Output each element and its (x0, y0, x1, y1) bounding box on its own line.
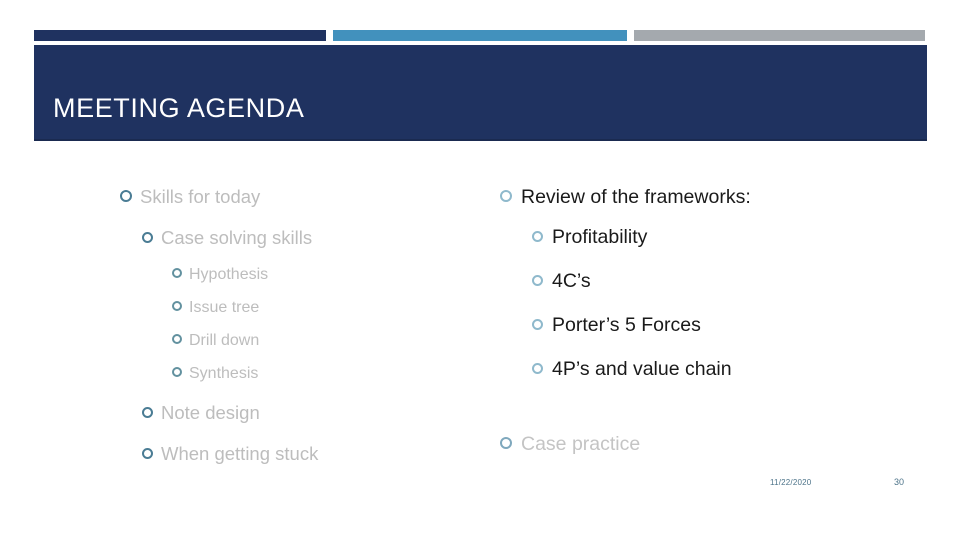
agenda-item: Porter’s 5 Forces (532, 314, 930, 337)
agenda-item-label: 4P’s and value chain (552, 358, 732, 380)
agenda-item-label: Synthesis (189, 365, 259, 382)
agenda-item: 4P’s and value chain (532, 358, 930, 381)
bullet-circle-icon (500, 190, 512, 202)
agenda-item-label: Hypothesis (189, 266, 269, 283)
agenda-item-label: Drill down (189, 332, 260, 349)
accent-bar-navy (34, 30, 326, 41)
agenda-item: Case practice (500, 433, 930, 456)
footer-page-number: 30 (894, 477, 905, 487)
accent-bar-gray (634, 30, 925, 41)
agenda-item: Profitability (532, 226, 930, 249)
bullet-circle-icon (532, 319, 543, 330)
bullet-circle-icon (120, 190, 132, 202)
agenda-item-label: Porter’s 5 Forces (552, 314, 701, 336)
bullet-circle-icon (172, 334, 182, 344)
agenda-item-label: Case practice (521, 433, 641, 455)
bullet-circle-icon (142, 448, 153, 459)
agenda-item: When getting stuck (142, 443, 480, 465)
title-banner: MEETING AGENDA (34, 45, 927, 141)
agenda-item: Issue tree (172, 299, 480, 317)
bullet-circle-icon (142, 407, 153, 418)
agenda-item: Hypothesis (172, 266, 480, 284)
bullet-circle-icon (500, 437, 512, 449)
agenda-item-label: Note design (161, 402, 260, 423)
agenda-item: Note design (142, 402, 480, 424)
agenda-column-right: Review of the frameworks: Profitability 4C… (500, 186, 930, 456)
agenda-item: Review of the frameworks: (500, 186, 930, 209)
agenda-item-label: Review of the frameworks: (521, 186, 751, 208)
agenda-item: Case solving skills (142, 227, 480, 249)
agenda-item: Skills for today (120, 186, 480, 208)
bullet-circle-icon (532, 275, 543, 286)
agenda-item-label: Profitability (552, 226, 648, 248)
agenda-item-label: When getting stuck (161, 443, 319, 464)
agenda-item-label: Case solving skills (161, 227, 313, 248)
agenda-item: 4C’s (532, 270, 930, 293)
agenda-item-label: 4C’s (552, 270, 591, 292)
bullet-circle-icon (172, 367, 182, 377)
agenda-column-left: Skills for today Case solving skills Hypot… (120, 186, 480, 465)
agenda-item: Synthesis (172, 365, 480, 383)
bullet-circle-icon (172, 301, 182, 311)
bullet-circle-icon (532, 231, 543, 242)
bullet-circle-icon (142, 232, 153, 243)
footer-date: 11/22/2020 (770, 478, 812, 487)
agenda-item-label: Issue tree (189, 299, 260, 316)
agenda-item-label: Skills for today (140, 186, 261, 207)
accent-bar-blue (333, 30, 627, 41)
bullet-circle-icon (532, 363, 543, 374)
agenda-item: Drill down (172, 332, 480, 350)
page-title: MEETING AGENDA (53, 93, 305, 123)
bullet-circle-icon (172, 268, 182, 278)
